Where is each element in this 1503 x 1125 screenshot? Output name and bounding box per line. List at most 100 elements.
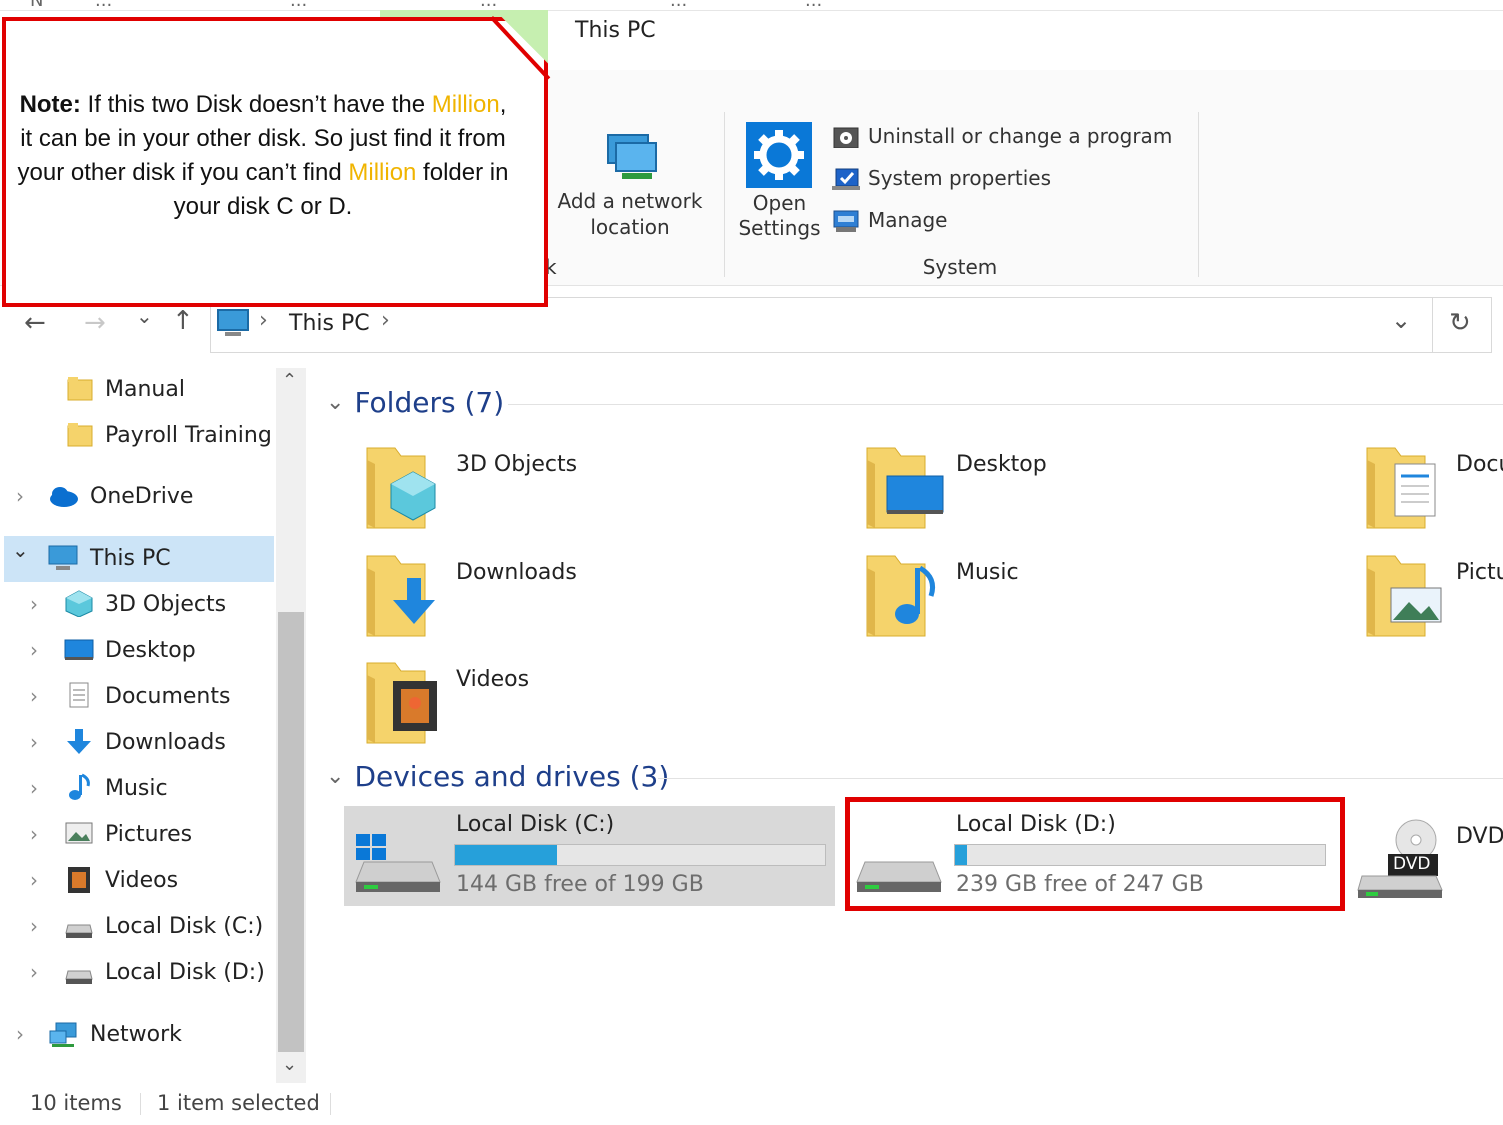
sidebar-item-3d-objects[interactable]: › 3D Objects xyxy=(0,582,274,626)
sidebar-item-network[interactable]: › Network xyxy=(0,1012,274,1056)
sidebar-item-label: Manual xyxy=(105,376,185,402)
collapsed-chevron-icon[interactable]: › xyxy=(30,914,38,938)
network-icon xyxy=(49,1022,77,1047)
drive-tile-dvd[interactable]: DVD DVD xyxy=(1352,812,1503,912)
sidebar-item-label: 3D Objects xyxy=(105,591,227,617)
folder-icon xyxy=(67,377,93,401)
expanded-chevron-icon[interactable]: ⌄ xyxy=(12,538,29,562)
add-network-location-button[interactable]: Add a network location xyxy=(550,125,710,245)
collapsed-chevron-icon[interactable]: › xyxy=(30,960,38,984)
open-settings-button[interactable]: Open Settings xyxy=(732,120,827,245)
sidebar-item-label: This PC xyxy=(90,545,171,571)
onedrive-icon xyxy=(50,487,78,507)
collapsed-chevron-icon[interactable]: › xyxy=(30,868,38,892)
drive-tile-c[interactable]: Local Disk (C:) 144 GB free of 199 GB xyxy=(344,806,835,906)
scroll-down-arrow[interactable]: ⌄ xyxy=(282,1054,297,1075)
collapsed-chevron-icon[interactable]: › xyxy=(16,1022,24,1046)
devices-section-header[interactable]: ⌄ Devices and drives (3) xyxy=(326,760,669,793)
dvd-badge: DVD xyxy=(1393,854,1431,874)
sidebar-item-label: Pictures xyxy=(105,821,193,847)
collapsed-chevron-icon[interactable]: › xyxy=(30,638,38,662)
sidebar-item-local-disk-c[interactable]: › Local Disk (C:) xyxy=(0,904,274,948)
sidebar-item-label: Music xyxy=(105,775,168,801)
sidebar-item-music[interactable]: › Music xyxy=(0,766,274,810)
status-bar: 10 items 1 item selected xyxy=(0,1085,1503,1125)
folder-tile[interactable]: 3D Objects xyxy=(365,440,825,536)
address-dropdown-button[interactable]: ⌄ xyxy=(1391,306,1411,334)
scroll-up-arrow[interactable]: ⌃ xyxy=(282,370,297,391)
tab-fragment[interactable]: ... xyxy=(290,0,307,10)
folder-tile[interactable]: Desktop xyxy=(865,440,1325,536)
collapsed-chevron-icon[interactable]: › xyxy=(30,592,38,616)
sidebar-item-label: Local Disk (D:) xyxy=(105,959,265,985)
sidebar-item-label: Videos xyxy=(105,867,179,893)
uninstall-icon xyxy=(833,127,859,148)
ribbon-divider xyxy=(1198,112,1199,277)
sidebar-item-manual[interactable]: Manual xyxy=(0,367,274,411)
documents-folder-icon xyxy=(1366,447,1436,529)
music-icon xyxy=(69,773,90,800)
tab-fragment[interactable]: N xyxy=(30,0,43,10)
status-divider xyxy=(330,1093,331,1115)
refresh-icon: ↻ xyxy=(1449,308,1471,338)
tab-fragment[interactable]: ... xyxy=(805,0,822,10)
drive-d-annotation-box xyxy=(845,797,1345,911)
sidebar-item-downloads[interactable]: › Downloads xyxy=(0,720,274,764)
section-divider xyxy=(658,778,1503,779)
sidebar-item-videos[interactable]: › Videos xyxy=(0,858,274,902)
folder-name: Desktop xyxy=(956,452,1047,477)
manage-label: Manage xyxy=(868,208,948,232)
folder-tile[interactable]: Docu xyxy=(1365,440,1503,536)
section-divider xyxy=(508,404,1503,405)
collapsed-chevron-icon[interactable]: › xyxy=(30,776,38,800)
open-settings-label-1: Open xyxy=(752,191,807,215)
sidebar-item-this-pc[interactable]: ⌄ This PC xyxy=(0,536,274,580)
sidebar-item-label: Local Disk (C:) xyxy=(105,913,264,939)
tab-fragment[interactable]: ... xyxy=(670,0,687,10)
breadcrumb-separator: › xyxy=(259,308,268,333)
tab-fragment[interactable]: ... xyxy=(95,0,112,10)
system-properties-icon xyxy=(832,168,860,190)
collapsed-chevron-icon[interactable]: › xyxy=(30,730,38,754)
up-button[interactable]: ↑ xyxy=(172,306,194,336)
breadcrumb-this-pc[interactable]: This PC xyxy=(289,311,370,336)
recent-locations-button[interactable]: ⌄ xyxy=(136,304,153,328)
folder-icon xyxy=(67,423,93,447)
back-button[interactable]: ← xyxy=(24,308,46,338)
pictures-icon xyxy=(65,822,93,844)
sidebar-item-label: Desktop xyxy=(105,637,196,663)
drive-c-usage-bar xyxy=(454,844,826,866)
sidebar-item-pictures[interactable]: › Pictures xyxy=(0,812,274,856)
forward-button[interactable]: → xyxy=(84,308,106,338)
uninstall-program-button[interactable]: Uninstall or change a program xyxy=(832,124,1172,148)
sidebar-item-onedrive[interactable]: › OneDrive xyxy=(0,474,274,518)
videos-icon xyxy=(68,867,90,893)
collapse-chevron-icon: ⌄ xyxy=(326,390,345,415)
manage-button[interactable]: Manage xyxy=(832,208,947,232)
refresh-button[interactable]: ↻ xyxy=(1432,297,1492,353)
system-properties-button[interactable]: System properties xyxy=(832,166,1051,190)
sidebar-scroll-thumb[interactable] xyxy=(278,612,304,1052)
folder-tile[interactable]: Pictu xyxy=(1365,548,1503,644)
folders-section-header[interactable]: ⌄ Folders (7) xyxy=(326,386,504,419)
folder-tile[interactable]: Music xyxy=(865,548,1325,644)
folder-tile[interactable]: Downloads xyxy=(365,548,825,644)
folder-name: Docu xyxy=(1456,452,1503,477)
add-network-label-2: location xyxy=(590,215,670,239)
videos-folder-icon xyxy=(366,662,437,744)
sidebar-item-local-disk-d[interactable]: › Local Disk (D:) xyxy=(0,950,274,994)
sidebar-item-documents[interactable]: › Documents xyxy=(0,674,274,718)
collapsed-chevron-icon[interactable]: › xyxy=(16,484,24,508)
collapsed-chevron-icon[interactable]: › xyxy=(30,822,38,846)
breadcrumb-separator[interactable]: › xyxy=(381,308,390,333)
sidebar-item-desktop[interactable]: › Desktop xyxy=(0,628,274,672)
folder-tile[interactable]: Videos xyxy=(365,655,825,751)
folders-section-title: Folders (7) xyxy=(354,386,505,419)
settings-gear-icon xyxy=(746,122,812,188)
add-network-label-1: Add a network xyxy=(557,189,703,213)
downloads-icon xyxy=(67,729,91,754)
documents-icon xyxy=(69,682,89,708)
collapsed-chevron-icon[interactable]: › xyxy=(30,684,38,708)
desktop-folder-icon xyxy=(866,447,944,529)
sidebar-item-payroll-training-2[interactable]: Payroll Training 2 xyxy=(0,413,275,457)
